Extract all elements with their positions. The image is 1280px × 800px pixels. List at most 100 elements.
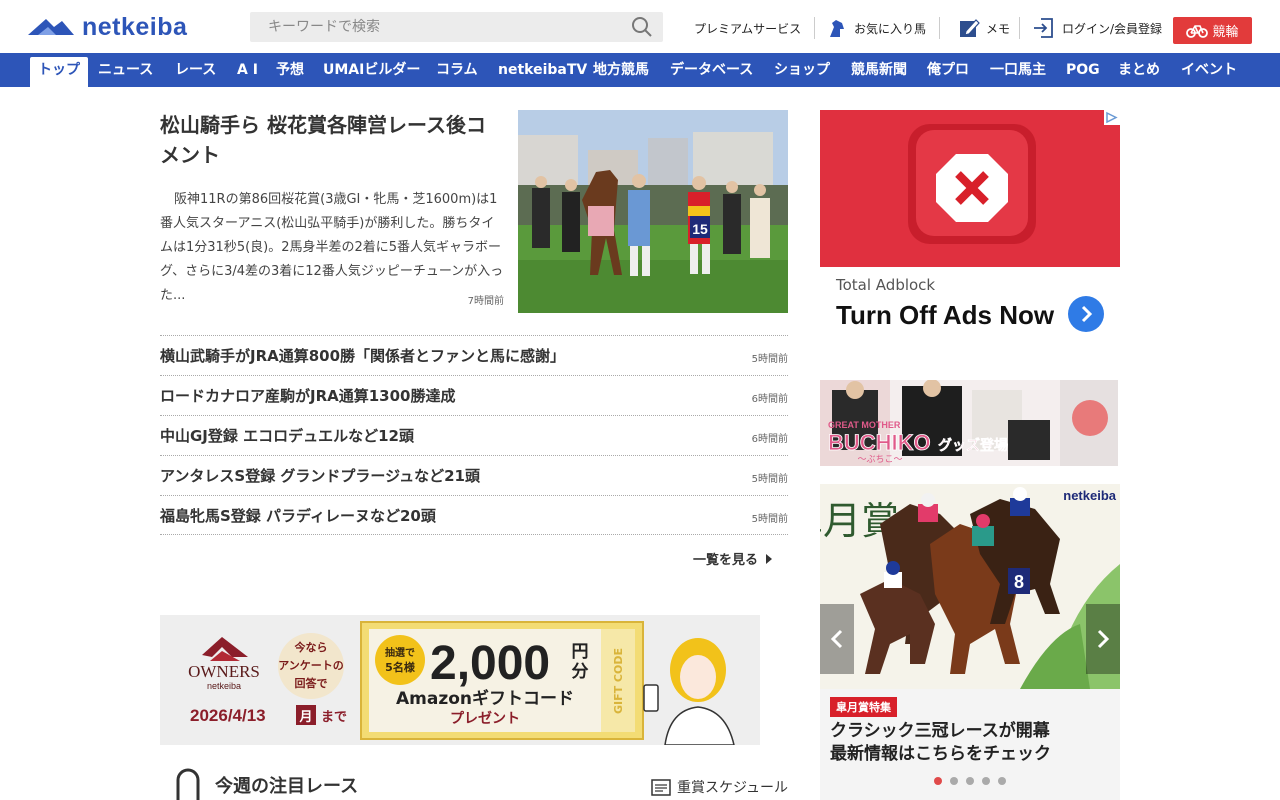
main-nav: トップ ニュース レース A I 予想 UMAIビルダー コラム netkeib…	[0, 53, 1280, 87]
news-title: アンタレスS登録 グランドプラージュなど21頭	[160, 467, 480, 485]
keirin-button[interactable]: 競輪	[1173, 17, 1252, 44]
news-time: 5時間前	[751, 354, 788, 365]
slider-dot[interactable]	[966, 777, 974, 785]
satsuki-headline-2: 最新情報はこちらをチェック	[830, 744, 1051, 764]
favorite-label: お気に入り馬	[854, 21, 927, 36]
campaign-weekday: 月	[298, 710, 312, 725]
logo-text: netkeiba	[82, 12, 188, 41]
satsuki-tag: 皐月賞特集	[830, 697, 897, 717]
ad-image	[820, 110, 1120, 267]
owners-campaign-banner[interactable]: OWNERS netkeiba 今なら アンケートの 回答で 2026/4/13…	[160, 615, 760, 745]
circle-line-1: 今なら	[294, 640, 328, 654]
nav-item-chihou[interactable]: 地方競馬	[593, 53, 649, 87]
gift-present: プレゼント	[450, 710, 520, 727]
nav-item-shop[interactable]: ショップ	[774, 53, 830, 87]
chevron-left-icon	[830, 629, 843, 649]
triangle-right-icon	[766, 553, 773, 564]
schedule-icon	[651, 779, 671, 796]
ad-headline: Turn Off Ads Now	[836, 300, 1055, 330]
logo-mark-icon	[28, 19, 74, 35]
news-row[interactable]: 中山GJ登録 エコロデュエルなど12頭 6時間前	[160, 415, 788, 455]
lead-news-title[interactable]: 松山騎手ら 桜花賞各陣営レース後コメント	[160, 110, 500, 170]
ad-go-button[interactable]	[1068, 296, 1104, 332]
slider-dot[interactable]	[998, 777, 1006, 785]
satsuki-slide-image: 皐月賞 8 netkeiba	[820, 484, 1120, 689]
news-row[interactable]: ロードカナロア産駒がJRA通算1300勝達成 6時間前	[160, 375, 788, 415]
campaign-until: まで	[321, 710, 347, 725]
gift-amount: 2,000	[430, 637, 550, 690]
news-row[interactable]: アンタレスS登録 グランドプラージュなど21頭 5時間前	[160, 455, 788, 495]
premium-service-link[interactable]: プレミアムサービス	[694, 14, 801, 42]
search-icon[interactable]	[631, 16, 653, 38]
ad-choices-icon[interactable]	[1104, 110, 1120, 125]
keirin-label: 競輪	[1212, 25, 1239, 40]
slider-dot[interactable]	[950, 777, 958, 785]
nav-item-umai-builder[interactable]: UMAIビルダー	[323, 53, 420, 87]
nav-item-netkeiba-tv[interactable]: netkeibaTV	[498, 53, 587, 87]
memo-link[interactable]: メモ	[958, 14, 1010, 42]
slider-dot[interactable]	[982, 777, 990, 785]
nav-item-newspaper[interactable]: 競馬新聞	[851, 53, 907, 87]
login-icon	[1034, 18, 1053, 38]
circle-line-3: 回答で	[295, 676, 328, 690]
more-label: 一覧を見る	[693, 553, 759, 568]
advertisement[interactable]: Total Adblock Turn Off Ads Now	[820, 110, 1120, 350]
news-time: 6時間前	[751, 394, 788, 405]
buchiko-banner-art: GREAT MOTHER BUCHIKO グッズ登場 ～ぶちこ～	[820, 380, 1118, 466]
featured-races-section: 今週の注目レース 重賞スケジュール	[160, 762, 788, 800]
featured-title: 今週の注目レース	[215, 776, 359, 797]
news-time: 5時間前	[751, 474, 788, 485]
satsuki-sho-feature-slider[interactable]: 皐月賞 8 netkeiba 皐月賞特集	[820, 484, 1120, 800]
buchiko-goods-banner[interactable]: GREAT MOTHER BUCHIKO グッズ登場 ～ぶちこ～	[820, 380, 1118, 466]
memo-icon	[960, 19, 980, 37]
nav-item-yoso[interactable]: 予想	[276, 53, 304, 87]
lottery-line-1: 抽選で	[385, 646, 415, 659]
schedule-link[interactable]: 重賞スケジュール	[651, 777, 788, 797]
divider	[939, 17, 940, 39]
news-title: 中山GJ登録 エコロデュエルなど12頭	[160, 427, 414, 445]
slider-dot[interactable]	[934, 777, 942, 785]
news-time: 5時間前	[751, 514, 788, 525]
nav-item-race[interactable]: レース	[175, 53, 216, 87]
saddle-cloth-number: 15	[692, 221, 708, 237]
horseshoe-icon	[176, 768, 200, 800]
news-title: ロードカナロア産駒がJRA通算1300勝達成	[160, 387, 456, 405]
lead-news-time: 7時間前	[467, 296, 504, 307]
chevron-right-icon	[1097, 629, 1110, 649]
saddle-number: 8	[1014, 572, 1024, 592]
owners-brand: OWNERS	[188, 662, 260, 681]
nav-item-ai[interactable]: A I	[237, 53, 258, 87]
slider-next-button[interactable]	[1086, 604, 1120, 674]
news-title: 横山武騎手がJRA通算800勝「関係者とファンと馬に感謝」	[160, 347, 566, 365]
nav-item-news[interactable]: ニュース	[98, 53, 153, 87]
nav-item-pog[interactable]: POG	[1066, 53, 1100, 87]
owners-sub: netkeiba	[207, 681, 241, 691]
gift-unit-1: 円	[572, 642, 589, 662]
news-row[interactable]: 福島牝馬S登録 パラディレーヌなど20頭 5時間前	[160, 495, 788, 535]
divider	[814, 17, 815, 39]
slider-prev-button[interactable]	[820, 604, 854, 674]
buchiko-line-4: ～ぶちこ～	[857, 454, 902, 465]
campaign-date: 2026/4/13	[190, 706, 266, 725]
nav-item-top[interactable]: トップ	[30, 57, 88, 87]
nav-item-column[interactable]: コラム	[436, 53, 478, 87]
lead-news-body: 阪神11Rの第86回桜花賞(3歳GI・牝馬・芝1600m)は1番人気スターアニス…	[160, 192, 504, 303]
news-row[interactable]: 横山武騎手がJRA通算800勝「関係者とファンと馬に感謝」 5時間前	[160, 335, 788, 375]
netkeiba-logo[interactable]: netkeiba	[28, 13, 187, 41]
login-link[interactable]: ログイン/会員登録	[1032, 14, 1162, 42]
search-box	[250, 12, 663, 42]
lead-news-photo[interactable]: 15	[518, 110, 788, 313]
favorite-horse-link[interactable]: お気に入り馬	[826, 14, 926, 42]
lottery-line-2: 5名様	[385, 660, 416, 674]
more-news-link[interactable]: 一覧を見る	[693, 549, 773, 568]
nav-item-matome[interactable]: まとめ	[1118, 53, 1160, 87]
nav-item-event[interactable]: イベント	[1181, 53, 1237, 87]
slider-dots	[934, 777, 1014, 785]
nav-item-hitokuchi[interactable]: 一口馬主	[990, 53, 1046, 87]
circle-line-2: アンケートの	[278, 659, 344, 672]
nav-item-database[interactable]: データベース	[670, 53, 753, 87]
schedule-label: 重賞スケジュール	[676, 780, 788, 796]
nav-item-orepro[interactable]: 俺プロ	[927, 53, 969, 87]
search-input[interactable]	[250, 12, 620, 42]
ad-brand: Total Adblock	[836, 276, 936, 294]
